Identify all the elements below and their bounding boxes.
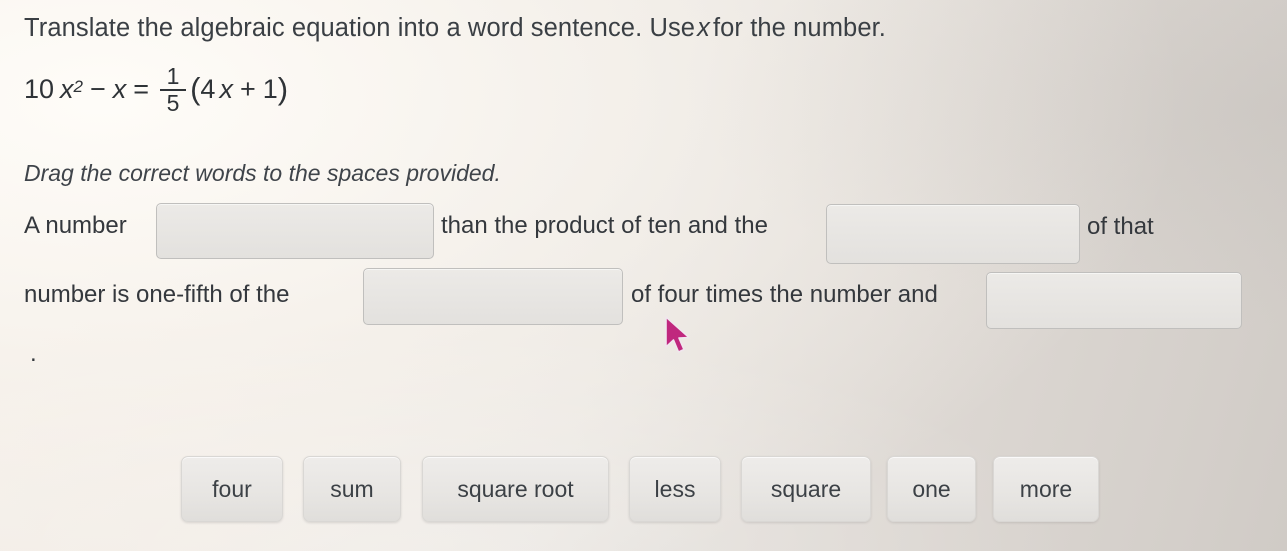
equation-equals-sign: =	[133, 73, 150, 104]
equation-lhs-second-term: x	[112, 73, 127, 104]
equation-rhs-variable: x	[219, 73, 233, 104]
prompt-text-after: for the number.	[712, 14, 886, 42]
mouse-pointer-icon	[665, 316, 690, 353]
sentence-segment-4: number is one-fifth of the	[24, 281, 290, 308]
equation-lhs-exponent: 2	[73, 77, 84, 97]
sentence-segment-2: than the product of ten and the	[441, 212, 768, 239]
word-chip-square[interactable]: square	[741, 456, 871, 522]
word-chip-four[interactable]: four	[181, 456, 283, 522]
equation-fraction: 1 5	[160, 63, 187, 117]
equation: 10 x 2 − x = 1 5 ( 4 x + 1 )	[24, 64, 288, 115]
word-chip-one[interactable]: one	[887, 456, 976, 522]
word-chip-more[interactable]: more	[993, 456, 1099, 522]
blank-1-dropzone[interactable]	[156, 203, 434, 259]
equation-rhs-constant: 1	[262, 73, 278, 104]
fraction-numerator: 1	[166, 63, 180, 89]
worksheet-screen: Translate the algebraic equation into a …	[0, 0, 1287, 551]
prompt-text-before: Translate the algebraic equation into a …	[24, 14, 696, 42]
sentence-segment-1: A number	[24, 212, 127, 239]
blank-4-dropzone[interactable]	[986, 272, 1242, 329]
word-chip-less[interactable]: less	[629, 456, 721, 522]
equation-open-paren: (	[190, 71, 201, 107]
equation-lhs-coefficient: 10	[24, 73, 55, 104]
fraction-denominator: 5	[166, 90, 180, 117]
drag-instruction: Drag the correct words to the spaces pro…	[24, 160, 501, 186]
equation-minus-operator: −	[90, 73, 106, 104]
equation-rhs-coefficient: 4	[200, 73, 216, 104]
prompt-variable: x	[697, 14, 710, 42]
equation-plus-operator: +	[239, 73, 256, 104]
question-prompt: Translate the algebraic equation into a …	[24, 14, 886, 43]
sentence-segment-5: of four times the number and	[631, 281, 938, 308]
sentence-segment-6: .	[30, 340, 37, 367]
equation-close-paren: )	[277, 71, 289, 107]
word-chip-square-root[interactable]: square root	[422, 456, 609, 522]
sentence-segment-3: of that	[1087, 213, 1154, 240]
equation-lhs-variable: x	[60, 73, 74, 104]
word-chip-sum[interactable]: sum	[303, 456, 401, 522]
blank-2-dropzone[interactable]	[826, 204, 1080, 264]
blank-3-dropzone[interactable]	[363, 268, 623, 325]
